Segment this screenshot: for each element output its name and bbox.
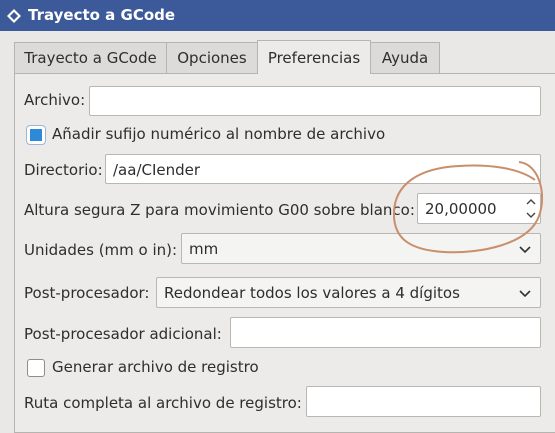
post-adicional-input[interactable] [230, 317, 541, 348]
spin-up-icon[interactable] [526, 198, 536, 206]
registro-label: Generar archivo de registro [52, 358, 259, 376]
chevron-down-icon [519, 246, 531, 254]
altura-spinbox[interactable]: 20,00000 [417, 193, 541, 224]
ruta-registro-label: Ruta completa al archivo de registro: [24, 394, 302, 412]
post-procesador-select[interactable]: Redondear todos los valores a 4 dígitos [156, 277, 541, 308]
registro-checkbox[interactable] [27, 359, 45, 377]
tab-opciones[interactable]: Opciones [166, 42, 258, 73]
ruta-registro-input[interactable] [306, 386, 541, 417]
post-procesador-label: Post-procesador: [24, 284, 150, 302]
title-bar: Trayecto a GCode [0, 0, 555, 31]
directorio-label: Directorio: [24, 161, 103, 179]
sufijo-checkbox[interactable] [26, 125, 46, 145]
post-adicional-label: Post-procesador adicional: [24, 325, 222, 343]
unidades-label: Unidades (mm o in): [24, 241, 178, 259]
chevron-down-icon [519, 290, 531, 298]
sufijo-label: Añadir sufijo numérico al nombre de arch… [52, 125, 386, 143]
app-icon [7, 9, 21, 23]
archivo-label: Archivo: [24, 91, 86, 109]
directorio-input[interactable]: /aa/CIender [105, 154, 541, 184]
tab-trayecto-a-gcode[interactable]: Trayecto a GCode [14, 42, 167, 73]
tab-preferencias[interactable]: Preferencias [257, 40, 371, 74]
archivo-input[interactable] [89, 86, 541, 116]
altura-label: Altura segura Z para movimiento G00 sobr… [24, 201, 415, 219]
unidades-select[interactable]: mm [181, 233, 541, 264]
spin-down-icon[interactable] [526, 211, 536, 219]
window-title: Trayecto a GCode [28, 6, 176, 24]
tab-ayuda[interactable]: Ayuda [370, 42, 440, 73]
